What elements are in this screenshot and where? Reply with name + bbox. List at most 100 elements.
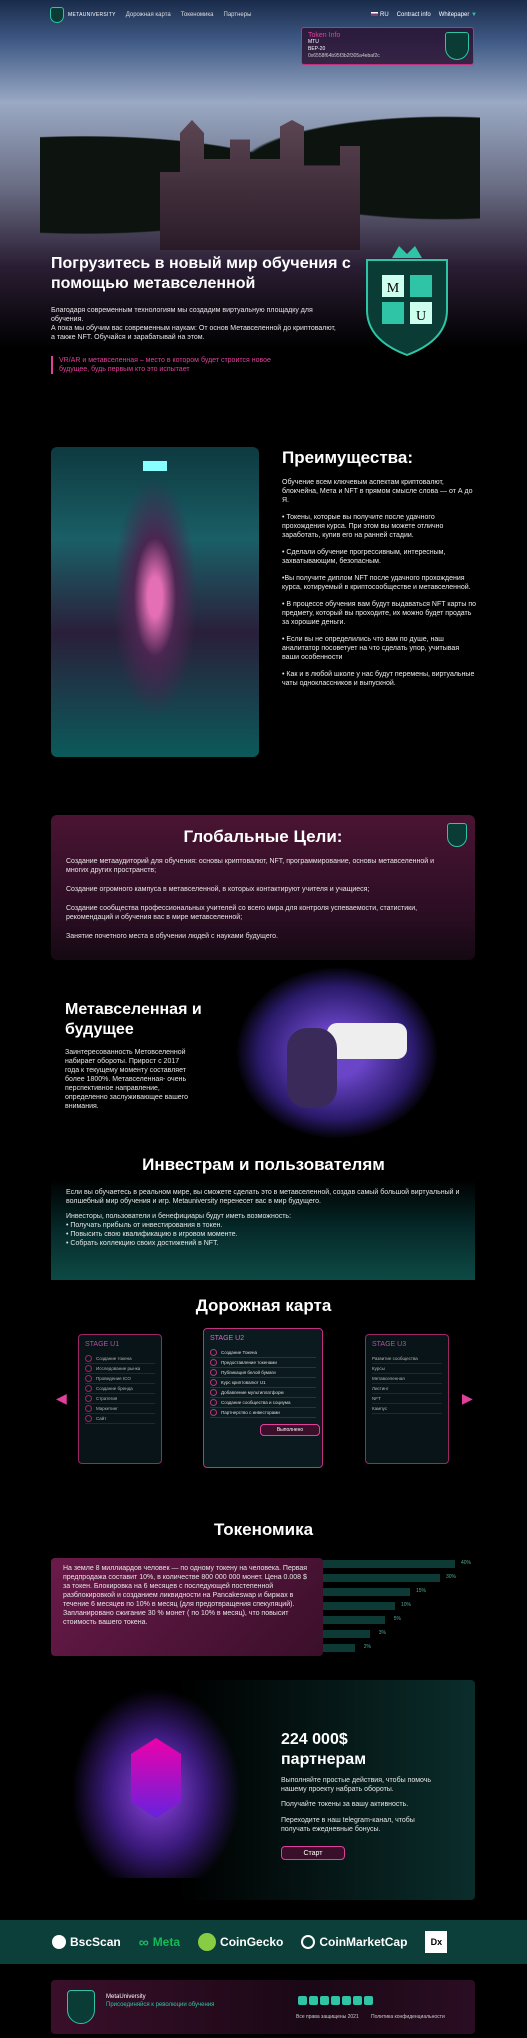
meta-text: Заинтересованность Метовселенной набирае… (65, 1049, 188, 1110)
stage-row: Исследование рынка (85, 1364, 155, 1374)
start-button[interactable]: Старт (281, 1846, 345, 1860)
stage-row: Метавселенная (372, 1374, 442, 1384)
bar-percent: 30% (445, 1574, 456, 1580)
privacy-link[interactable]: Политика конфиденциальности (371, 2014, 445, 2020)
benefits-list: Обучение всем ключевым аспектам криптова… (282, 478, 477, 696)
discord-icon[interactable] (353, 1996, 362, 2005)
goal-item: Создание метааудиторий для обучения: осн… (66, 858, 435, 874)
footer-brand: MetaUniversity (106, 1994, 146, 2000)
twitter-icon[interactable] (309, 1996, 318, 2005)
crest-icon (67, 1990, 95, 2024)
stage-row-text: Курс криптовалют U1 (221, 1380, 266, 1385)
stage-card-u1: STAGE U1 Создание токена Исследование ры… (78, 1334, 162, 1464)
stage-card-u3: STAGE U3 Развитие сообщества Курсы Метав… (365, 1334, 449, 1464)
stage-row: Сайт (85, 1414, 155, 1424)
stage-row: NFT (372, 1394, 442, 1404)
stage-row: Листинг (372, 1384, 442, 1394)
svg-text:U: U (416, 309, 426, 324)
benefit-item: •Вы получите диплом NFT после удачного п… (282, 575, 471, 591)
partners-text-1: Выполняйте простые действия, чтобы помоч… (281, 1777, 432, 1793)
site-logo[interactable]: METAUNIVERSITY (50, 7, 116, 23)
check-icon (210, 1399, 217, 1406)
coinmarketcap-logo[interactable]: CoinMarketCap (301, 1935, 407, 1949)
meta-logo[interactable]: ∞ Meta (139, 1934, 180, 1950)
stage-row-text: Проведение ICO (96, 1376, 131, 1381)
instagram-icon[interactable] (331, 1996, 340, 2005)
logo-label: CoinMarketCap (319, 1935, 408, 1949)
youtube-icon[interactable] (342, 1996, 351, 2005)
bar-percent: 40% (460, 1560, 471, 1566)
benefit-item: • Как и в любой школе у нас будут переме… (282, 671, 475, 687)
stage-row: Проведение ICO (85, 1374, 155, 1384)
stage-row: Кампус (372, 1404, 442, 1414)
tokenomics-text: На земле 8 миллиардов человек — по одном… (63, 1565, 308, 1626)
dx-logo[interactable]: Dx (425, 1931, 448, 1953)
vr-headset-image (237, 968, 437, 1138)
stage-row: Предоставление токенами (210, 1358, 316, 1368)
stage-row-text: Сайт (96, 1416, 107, 1421)
token-name: MTU (308, 39, 319, 45)
stage-title: STAGE U2 (210, 1335, 245, 1342)
stage-row: Курсы (372, 1364, 442, 1374)
bscscan-logo[interactable]: BscScan (52, 1935, 121, 1949)
stage-title: STAGE U1 (85, 1341, 120, 1348)
roadmap-title: Дорожная карта (195, 1296, 332, 1315)
check-icon (85, 1385, 92, 1392)
crest-icon (445, 32, 469, 60)
partners-title: 224 000$ партнерам (281, 1731, 367, 1768)
lang-switch[interactable]: RU (371, 12, 389, 18)
benefit-item: Обучение всем ключевым аспектам криптова… (282, 479, 473, 504)
goals-card: Глобальные Цели: Создание метааудиторий … (51, 815, 475, 960)
invest-item: • Повысить свою квалификацию в игровом м… (66, 1231, 238, 1238)
coingecko-icon (198, 1933, 217, 1951)
stage-row-text: Партнерство с инвесторами (221, 1410, 280, 1415)
check-icon (85, 1415, 92, 1422)
crest-icon (447, 823, 467, 847)
stage-row: Курс криптовалют U1 (210, 1378, 316, 1388)
partners-card: 224 000$ партнерам Выполняйте простые де… (51, 1680, 475, 1900)
whitepaper-link[interactable]: Whitepaper ▼ (439, 12, 477, 18)
invest-title: Инвестрам и пользователям (142, 1155, 385, 1174)
nav-partners[interactable]: Партнеры (224, 12, 252, 18)
logo-label: BscScan (70, 1935, 121, 1949)
hero-title: Погрузитесь в новый мир обучения с помощ… (51, 255, 351, 292)
stage-title: STAGE U3 (372, 1341, 407, 1348)
top-nav: METAUNIVERSITY Дорожная карта Токеномика… (0, 0, 527, 30)
partners-text-2: Получайте токены за вашу активность. (281, 1801, 409, 1808)
invest-text: Если вы обучаетесь в реальном мире, вы с… (66, 1189, 460, 1205)
invest-item: • Получать прибыль от инвестирования в т… (66, 1222, 223, 1229)
next-arrow-icon[interactable]: ▶ (462, 1390, 473, 1407)
footer: MetaUniversity Присоединяйся к революции… (51, 1980, 475, 2034)
meta-title: Метавселенная и будущее (65, 1001, 202, 1038)
email-icon[interactable] (364, 1996, 373, 2005)
tokenomics-bars: 40% 30% 15% 10% 5% 3% 2% (300, 1560, 471, 1658)
stage-row-text: Создание токена (96, 1356, 132, 1361)
stage-row: Партнерство с инвесторами (210, 1408, 316, 1418)
benefits-title: Преимущества: (282, 448, 414, 467)
token-info-title: Token Info (308, 32, 341, 39)
benefit-item: • Если вы не определились что вам по душ… (282, 636, 460, 661)
contract-info-link[interactable]: Contract info (397, 12, 431, 18)
invest-card: Если вы обучаетесь в реальном мире, вы с… (51, 1180, 475, 1280)
ru-flag-icon (371, 12, 379, 16)
telegram-icon[interactable] (298, 1996, 307, 2005)
token-address[interactable]: 0x6558f64b95f3b2f305a4ebaf2c (308, 53, 467, 60)
prev-arrow-icon[interactable]: ◀ (56, 1390, 67, 1407)
logo-label: CoinGecko (220, 1935, 284, 1949)
lang-label: RU (379, 12, 389, 18)
cmc-icon (301, 1935, 316, 1949)
benefit-item: • Сделали обучение прогрессивным, интере… (282, 549, 446, 565)
corridor-image (51, 447, 259, 757)
stage-row-text: NFT (372, 1396, 381, 1401)
logo-text: METAUNIVERSITY (68, 12, 116, 18)
stage-done-button[interactable]: Выполнено (260, 1424, 320, 1436)
stage-row-text: Листинг (372, 1386, 389, 1391)
facebook-icon[interactable] (320, 1996, 329, 2005)
bar-percent: 15% (415, 1588, 426, 1594)
nav-roadmap[interactable]: Дорожная карта (126, 12, 171, 18)
coingecko-logo[interactable]: CoinGecko (198, 1933, 283, 1951)
goal-item: Создание сообщества профессиональных учи… (66, 905, 418, 921)
stage-row-text: Развитие сообщества (372, 1356, 418, 1361)
stage-row-text: Создание Токена (221, 1350, 257, 1355)
nav-tokenomics[interactable]: Токеномика (181, 12, 214, 18)
